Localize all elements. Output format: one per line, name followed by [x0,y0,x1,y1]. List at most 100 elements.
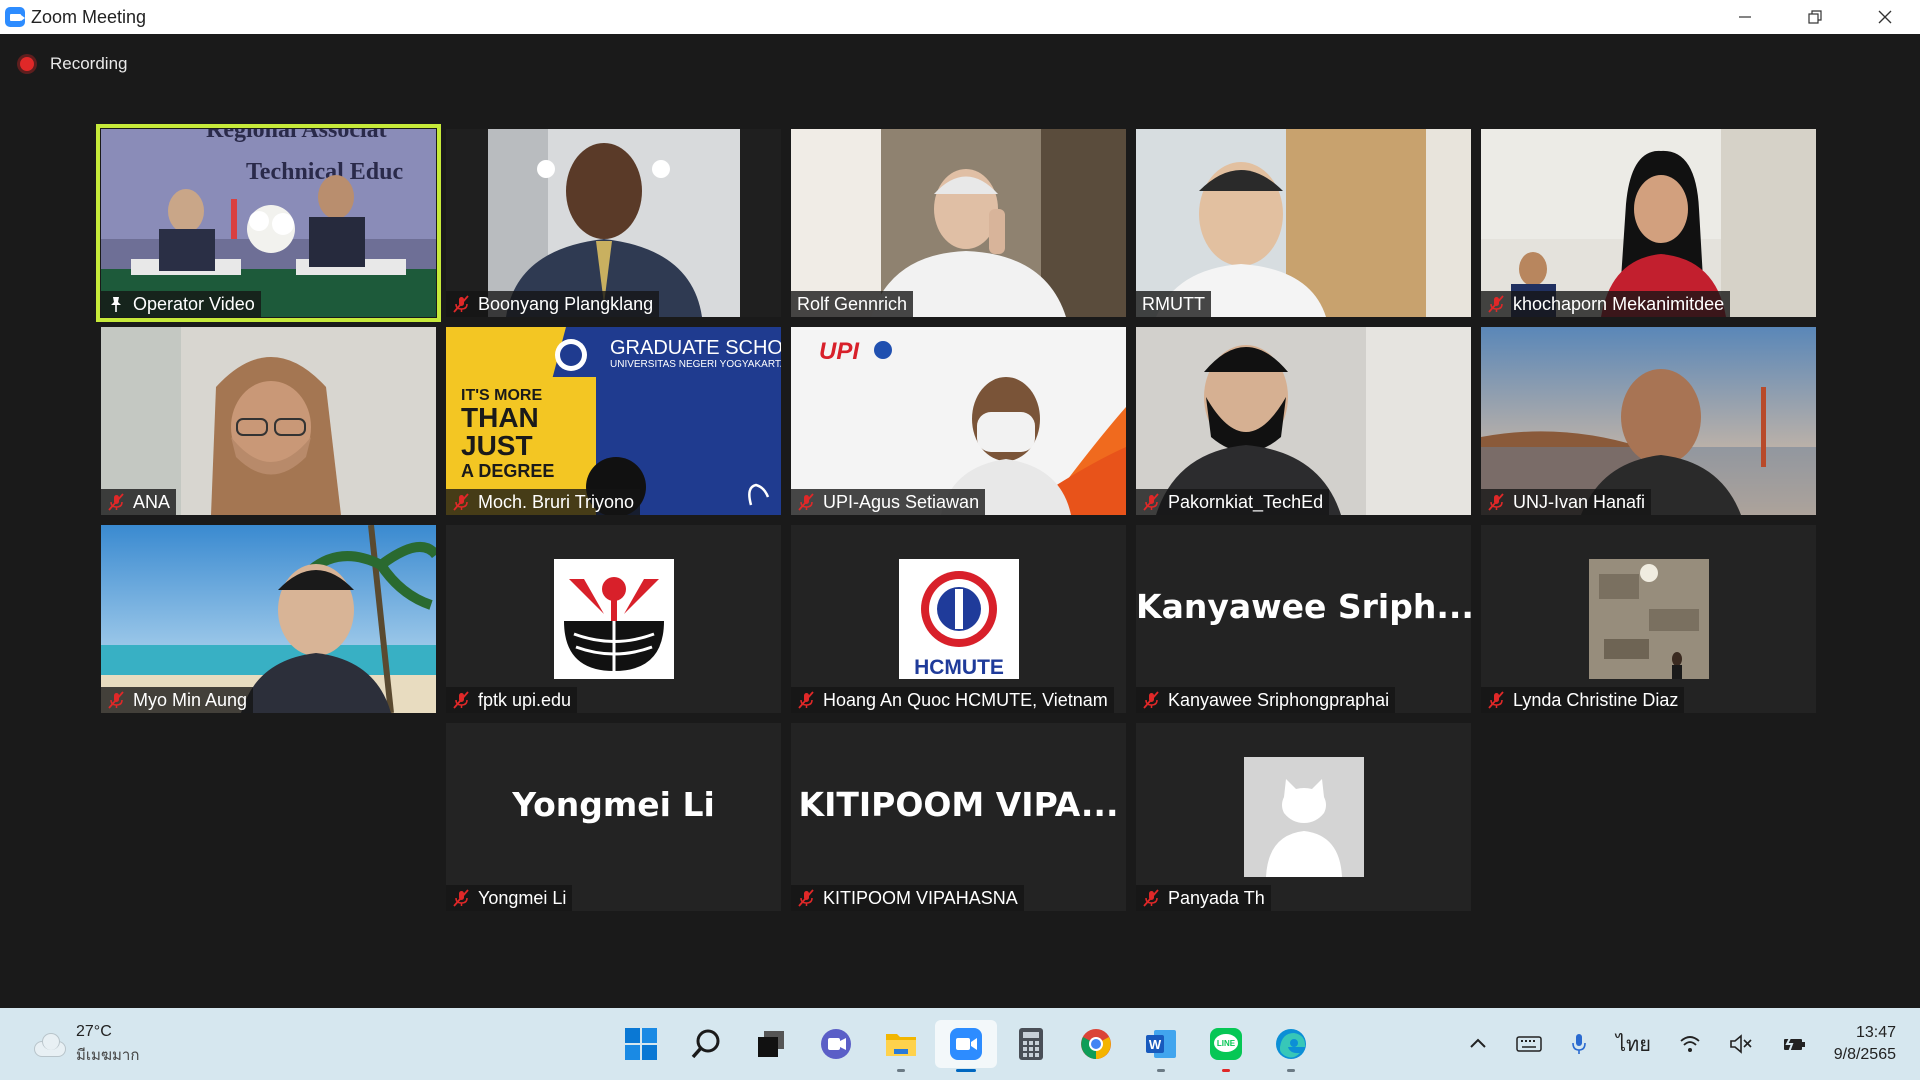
participant-name-tag: Boonyang Plangklang [446,291,660,317]
line-app-button[interactable]: LINE [1195,1020,1257,1072]
video-tile-myo-min-aung[interactable]: Myo Min Aung [101,525,436,713]
zoom-app-button[interactable] [935,1020,997,1072]
video-feed [1481,327,1816,515]
muted-mic-icon [797,691,815,709]
video-feed: UPI [791,327,1126,515]
video-feed [1136,327,1471,515]
participant-name: Boonyang Plangklang [478,293,654,314]
video-feed: Regional Associat Technical Educ [101,129,436,317]
word-icon: W [1146,1030,1176,1058]
video-tile-unj-ivan-hanafi[interactable]: UNJ-Ivan Hanafi [1481,327,1816,515]
video-tile-fptk-upi-edu[interactable]: fptk upi.edu [446,525,781,713]
video-tile-operator-video[interactable]: Regional Associat Technical Educ Operato… [96,124,441,322]
muted-mic-icon [452,493,470,511]
participant-name-tag: Lynda Christine Diaz [1481,687,1685,713]
search-button[interactable] [675,1020,737,1068]
clock[interactable]: 13:47 9/8/2565 [1834,1022,1896,1066]
weather-widget[interactable]: 27°C มีเมฆมาก [30,1020,139,1068]
video-tile-rolf-gennrich[interactable]: Rolf Gennrich [791,129,1126,317]
participant-name-tag: UNJ-Ivan Hanafi [1481,489,1652,515]
participant-name-tag: Moch. Bruri Triyono [446,489,641,515]
video-tile-moch-bruri-triyono[interactable]: GRADUATE SCHOOL UNIVERSITAS NEGERI YOGYA… [446,327,781,515]
edge-icon [1276,1029,1306,1059]
display-name-placeholder: Kanyawee Sriph... [1136,587,1471,626]
wifi-icon [1680,1036,1700,1052]
minimize-icon [1739,16,1751,18]
calculator-button[interactable] [1000,1020,1062,1068]
muted-mic-icon [797,889,815,907]
recording-dot-icon [20,57,34,71]
keyboard-button[interactable] [1516,1034,1542,1054]
minimize-button[interactable] [1710,0,1780,34]
participant-name-tag: Hoang An Quoc HCMUTE, Vietnam [791,687,1114,713]
battery-button[interactable] [1781,1034,1807,1054]
participant-name: Moch. Bruri Triyono [478,491,635,512]
file-explorer-button[interactable] [870,1020,932,1072]
a-degree-text: A DEGREE [461,461,554,481]
video-feed [446,129,781,317]
start-button[interactable] [610,1020,672,1068]
video-tile-upi-agus-setiawan[interactable]: UPI UPI-Agus Setiawan [791,327,1126,515]
muted-mic-icon [1142,493,1160,511]
muted-mic-icon [452,691,470,709]
video-tile-pakornkiat-teched[interactable]: Pakornkiat_TechEd [1136,327,1471,515]
recording-indicator[interactable]: Recording [20,54,128,74]
participant-name-tag: Operator Video [101,291,261,317]
participant-name-tag: UPI-Agus Setiawan [791,489,986,515]
chevron-up-icon [1470,1038,1486,1048]
word-button[interactable]: W [1130,1020,1192,1072]
video-feed [101,327,436,515]
teams-chat-button[interactable] [805,1020,867,1068]
svg-text:LINE: LINE [1217,1039,1236,1048]
task-view-button[interactable] [740,1020,802,1068]
video-feed: GRADUATE SCHOOL UNIVERSITAS NEGERI YOGYA… [446,327,781,515]
video-tile-boonyang-plangklang[interactable]: Boonyang Plangklang [446,129,781,317]
video-tile-hoang-an-quoc[interactable]: HCMUTE Hoang An Quoc HCMUTE, Vietnam [791,525,1126,713]
volume-muted-icon [1730,1034,1752,1054]
clock-time: 13:47 [1855,1024,1896,1041]
participant-name-tag: fptk upi.edu [446,687,578,713]
participant-name: fptk upi.edu [478,689,572,710]
restore-button[interactable] [1780,0,1850,34]
language-indicator[interactable]: ไทย [1616,1028,1651,1060]
search-icon [691,1029,720,1059]
default-avatar-icon [1244,757,1364,877]
participant-name: Hoang An Quoc HCMUTE, Vietnam [823,689,1108,710]
video-tile-yongmei-li[interactable]: Yongmei Li Yongmei Li [446,723,781,911]
calculator-icon [1019,1028,1043,1060]
video-tile-panyada-th[interactable]: Panyada Th [1136,723,1471,911]
video-feed [791,129,1126,317]
edge-button[interactable] [1260,1020,1322,1072]
volume-button[interactable] [1729,1034,1753,1054]
participant-name-tag: Myo Min Aung [101,687,254,713]
university-text: UNIVERSITAS NEGERI YOGYAKARTA [610,359,781,370]
participant-name-tag: KITIPOOM VIPAHASNA [791,885,1024,911]
video-tile-khochaporn-mekanimitdee[interactable]: khochaporn Mekanimitdee [1481,129,1816,317]
chrome-icon [1081,1029,1111,1059]
participant-name: RMUTT [1142,293,1205,314]
weather-temperature: 27°C [76,1023,112,1040]
video-tile-kitipoom-vipahasna[interactable]: KITIPOOM VIPA... KITIPOOM VIPAHASNA [791,723,1126,911]
chrome-button[interactable] [1065,1020,1127,1068]
participant-name-tag: Panyada Th [1136,885,1271,911]
video-tile-lynda-christine-diaz[interactable]: Lynda Christine Diaz [1481,525,1816,713]
video-tile-ana[interactable]: ANA [101,327,436,515]
window-title: Zoom Meeting [31,6,147,27]
video-tile-rmutt[interactable]: RMUTT [1136,129,1471,317]
show-hidden-icons-button[interactable] [1468,1034,1488,1054]
video-tile-kanyawee-sriphongpraphai[interactable]: Kanyawee Sriph... Kanyawee Sriphongpraph… [1136,525,1471,713]
line-icon: LINE [1210,1028,1242,1060]
close-button[interactable] [1850,0,1920,34]
than-text: THAN [461,402,539,433]
participant-name: Yongmei Li [478,887,567,908]
microphone-button[interactable] [1570,1033,1588,1055]
battery-charging-icon [1783,1035,1805,1053]
wifi-button[interactable] [1679,1035,1701,1053]
video-feed [1481,129,1816,317]
video-feed [1136,129,1471,317]
display-name-placeholder: Yongmei Li [512,785,715,824]
pin-icon [107,295,125,313]
svg-text:W: W [1149,1037,1162,1052]
zoom-icon [950,1028,982,1060]
task-view-icon [758,1031,784,1057]
